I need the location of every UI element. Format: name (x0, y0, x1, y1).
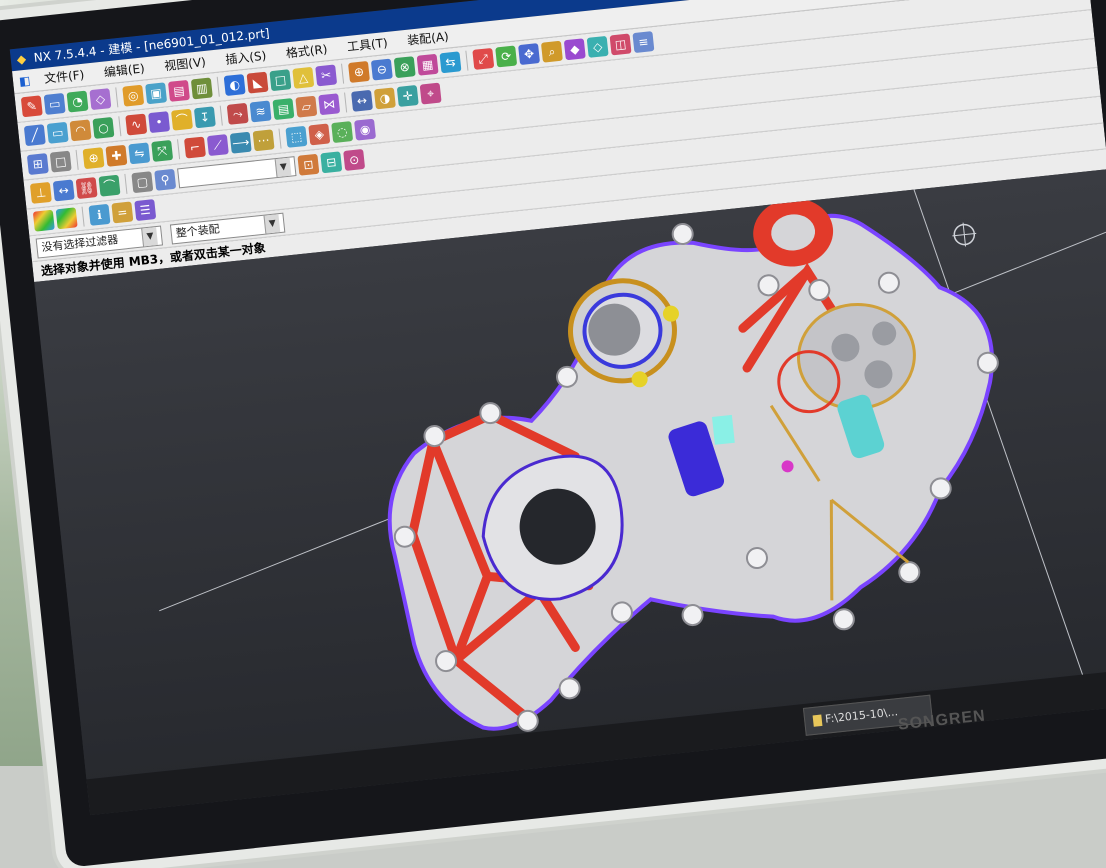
toolbar-separator (216, 76, 220, 97)
info-icon[interactable]: ℹ (88, 203, 111, 226)
nx-application-window: ◆ NX 7.5.4.4 - 建模 - [ne6901_01_012.prt] … (9, 0, 1106, 816)
toolbar-separator (115, 87, 119, 108)
wcs-icon[interactable]: ⌖ (419, 82, 442, 105)
add-component-icon[interactable]: ⊕ (82, 147, 105, 170)
chevron-down-icon: ▼ (274, 157, 292, 178)
arc-icon[interactable]: ◠ (69, 119, 92, 142)
subtract-icon[interactable]: ⊖ (370, 58, 393, 81)
nx-app-icon: ◆ (16, 51, 27, 67)
sew-icon[interactable]: ⋈ (318, 93, 341, 116)
pocket-icon[interactable]: ▤ (167, 79, 190, 102)
toolbar-separator (344, 92, 348, 113)
curve-fillet-icon[interactable]: ⌐ (183, 136, 206, 159)
view-fit-icon[interactable]: ⤢ (472, 47, 495, 70)
render-style-icon[interactable]: ◈ (308, 123, 331, 146)
show-icon[interactable]: ◉ (354, 118, 377, 141)
orient-view-icon[interactable]: ⬚ (285, 125, 308, 148)
square-icon[interactable]: □ (49, 150, 72, 173)
dimension-icon[interactable]: ↔ (52, 179, 75, 202)
measure-icon[interactable]: ↔ (351, 89, 374, 112)
analysis-icon[interactable]: ◑ (373, 87, 396, 110)
extrude-icon[interactable]: ▭ (43, 92, 66, 115)
color-palette-icon[interactable] (32, 209, 55, 232)
zoom-icon[interactable]: ⌕ (540, 40, 563, 63)
edit-object-display-icon[interactable] (55, 207, 78, 230)
folder-icon: ▇ (812, 713, 823, 727)
toolbar-separator (81, 206, 85, 227)
wireframe-icon[interactable]: ◇ (586, 35, 609, 58)
hole-icon[interactable]: ◎ (122, 84, 145, 107)
taskbar-item-label: F:\2015-10\... (824, 705, 899, 726)
circle-icon[interactable]: ○ (92, 116, 115, 139)
pad-icon[interactable]: ▥ (190, 77, 213, 100)
selection-scope-value: 整个装配 (175, 221, 221, 240)
chevron-down-icon: ▼ (141, 226, 158, 246)
assembly-navigator-icon[interactable]: ⊞ (26, 153, 49, 176)
curve-trim-icon[interactable]: ⟋ (206, 134, 229, 157)
curve-divide-icon[interactable]: ⋯ (252, 129, 275, 152)
bounded-plane-icon[interactable]: ▱ (295, 95, 318, 118)
rectangle-icon[interactable]: ▭ (46, 121, 69, 144)
chevron-down-icon: ▼ (263, 213, 281, 234)
shell-icon[interactable]: □ (269, 69, 292, 92)
wcs-icon (952, 222, 977, 247)
mirror-icon[interactable]: ⇆ (439, 51, 462, 74)
toolbar-separator (124, 173, 128, 194)
chain-icon[interactable]: ⛓ (75, 177, 98, 200)
reposition-icon[interactable]: ⤧ (151, 139, 174, 162)
toolbar-separator (341, 63, 345, 84)
toolbar-separator (177, 139, 181, 160)
section-icon[interactable]: ◫ (609, 33, 632, 56)
select-all-icon[interactable]: ▢ (131, 171, 154, 194)
hide-icon[interactable]: ◌ (331, 121, 354, 144)
toolbar-separator (278, 128, 282, 149)
snap-mid-icon[interactable]: ⊟ (320, 151, 343, 174)
engine-cover-part[interactable] (360, 179, 1031, 743)
intersect-icon[interactable]: ⊗ (393, 56, 416, 79)
filter-icon[interactable]: ⚲ (154, 168, 177, 191)
trim-body-icon[interactable]: ✂ (315, 64, 338, 87)
monitor: ◆ NX 7.5.4.4 - 建模 - [ne6901_01_012.prt] … (0, 0, 1106, 868)
part-navigator-icon[interactable]: ☰ (134, 199, 157, 222)
toolbar-separator (118, 116, 122, 137)
snap-point-icon[interactable]: ✛ (396, 84, 419, 107)
swept-icon[interactable]: ⤳ (226, 102, 249, 125)
blend-icon[interactable]: ◐ (223, 74, 246, 97)
toolbar-separator (465, 50, 469, 71)
snap-center-icon[interactable]: ⊙ (343, 148, 366, 171)
fillet-sketch-icon[interactable]: ⌒ (98, 174, 121, 197)
mate-icon[interactable]: ⇋ (128, 142, 151, 165)
pan-icon[interactable]: ✥ (518, 43, 541, 66)
cube-icon[interactable]: ◧ (12, 69, 34, 93)
toolbar-separator (75, 149, 79, 170)
through-curves-icon[interactable]: ≋ (249, 100, 272, 123)
point-icon[interactable]: • (148, 111, 171, 134)
project-curve-icon[interactable]: ↧ (193, 106, 216, 129)
unite-icon[interactable]: ⊕ (347, 60, 370, 83)
draft-icon[interactable]: △ (292, 66, 315, 89)
rotate-view-icon[interactable]: ⟳ (495, 45, 518, 68)
cyan-clip (711, 414, 735, 445)
boss-icon[interactable]: ▣ (145, 82, 168, 105)
chamfer-icon[interactable]: ◣ (246, 71, 269, 94)
curve-extend-icon[interactable]: ⟶ (229, 131, 252, 154)
layer-icon[interactable]: ≡ (632, 31, 655, 54)
spline-icon[interactable]: ∿ (125, 113, 148, 136)
ruled-icon[interactable]: ▤ (272, 98, 295, 121)
sketch-icon[interactable]: ✎ (20, 95, 43, 118)
datum-icon[interactable]: ◇ (89, 88, 112, 111)
expression-icon[interactable]: = (111, 201, 134, 224)
offset-curve-icon[interactable]: ⌒ (171, 108, 193, 131)
new-component-icon[interactable]: ✚ (105, 144, 128, 167)
shaded-icon[interactable]: ◆ (563, 38, 586, 61)
pattern-icon[interactable]: ▦ (416, 53, 439, 76)
toolbar-separator (219, 105, 223, 126)
sketch-constraint-icon[interactable]: ⊥ (29, 181, 52, 204)
line-icon[interactable]: ╱ (23, 124, 46, 147)
snap-end-icon[interactable]: ⊡ (297, 153, 320, 176)
revolve-icon[interactable]: ◔ (66, 90, 89, 113)
